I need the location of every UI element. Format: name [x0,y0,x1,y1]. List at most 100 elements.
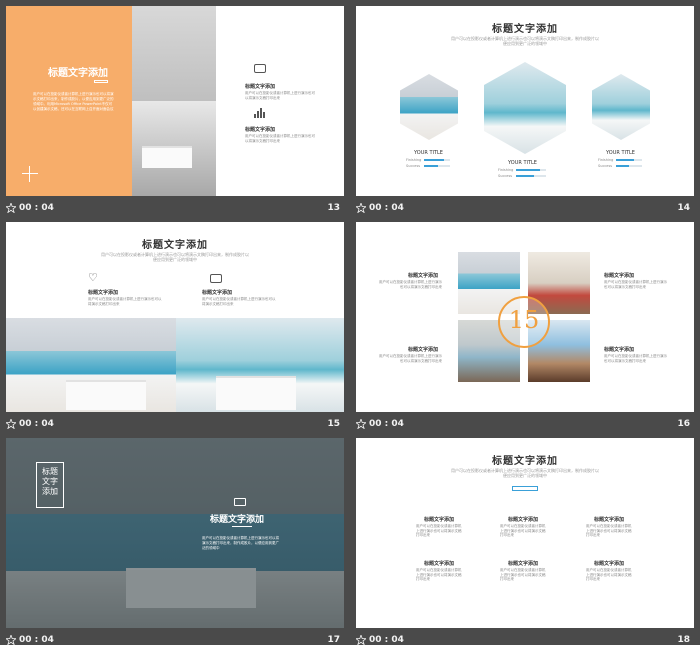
slide-thumbnail-14[interactable]: 标题文字添加 用户可以在投影仪或者计算机上进行演示也可以将演示文稿打印出来，制作… [356,6,694,218]
slide-footer: 00 : 04 16 [356,416,694,432]
item-heading: 标题文字添加 [408,273,439,279]
slide-thumbnail-16[interactable]: 15 标题文字添加 用户可以在投影仪或者计算机上进行演示也可以将演示文稿打印出来… [356,222,694,434]
bar-label: Finishing [498,168,514,172]
bar-fill [616,159,635,161]
slide-time: 00 : 04 [369,635,404,645]
bar-finishing [424,159,450,161]
slide-number: 14 [677,203,690,213]
item-heading: 标题文字添加 [508,561,539,567]
item-heading: 标题文字添加 [88,290,119,296]
bar-success [616,165,642,167]
center-text: 15 [508,306,540,334]
transition-star-icon [356,203,366,213]
hex-photo-2 [484,62,566,154]
slide-subtitle: 用户可以在投影仪或者计算机上进行演示也可以将演示文稿打印出来，制作成胶片以便应用… [101,252,249,262]
title-underline [232,526,252,527]
slide-number: 18 [677,635,690,645]
transition-star-icon [6,203,16,213]
slide-time: 00 : 04 [369,419,404,429]
transition-star-icon [356,635,366,645]
item-text: 用户可以在投影仪或者计算机上进行演示也可以将演示文稿打印出来 [586,524,632,537]
slide-canvas: 15 标题文字添加 用户可以在投影仪或者计算机上进行演示也可以将演示文稿打印出来… [356,222,694,412]
slide-subtitle: 用户可以在投影仪或者计算机上进行演示也可以将演示文稿打印出来，制作成胶片以便应用… [451,36,599,46]
badge-line: 标题 [42,467,58,476]
bar-finishing [616,159,642,161]
slide-thumbnail-15[interactable]: 标题文字添加 用户可以在投影仪或者计算机上进行演示也可以将演示文稿打印出来，制作… [6,222,344,434]
slide-canvas: 标题文字添加 用户可以在投影仪或者计算机上进行演示也可以将演示文稿打印出来，制作… [356,6,694,196]
slide-thumbnail-18[interactable]: 标题文字添加 用户可以在投影仪或者计算机上进行演示也可以将演示文稿打印出来，制作… [356,438,694,645]
bar-success [424,165,450,167]
item-heading: 标题文字添加 [245,84,276,90]
item-text: 用户可以在投影仪或者计算机上进行演示也可以将演示文稿打印出来 [586,568,632,581]
bar-label: Success [598,164,613,168]
item-heading: 标题文字添加 [594,561,625,567]
item-text: 用户可以在投影仪或者计算机上进行演示也可以将演示文稿打印出来 [604,280,667,289]
heart-icon: ♡ [88,271,98,284]
bar-fill [516,175,534,177]
slide-footer: 00 : 04 17 [6,632,344,645]
slide-canvas: 标题文字添加 用户可以在投影仪或者计算机上进行演示也可以将演示文稿打印出来，制作… [356,438,694,628]
title-underline [512,486,538,491]
item-heading: 标题文字添加 [408,347,439,353]
slide-canvas: 标题文字添加 用户可以在投影仪或者计算机上进行演示也可以将演示文稿打印出来，制作… [6,6,344,196]
slide-canvas: 标题 文字 添加 标题文字添加 用户可以在投影仪或者计算机上进行演示也可以将演示… [6,438,344,628]
slide-time: 00 : 04 [19,203,54,213]
slide-footer: 00 : 04 13 [6,200,344,216]
item-text: 用户可以在投影仪或者计算机上进行演示也可以将演示文稿打印出来 [379,280,442,289]
room-photo-right [176,318,344,412]
plus-icon [22,166,38,182]
bar-label: Finishing [406,158,422,162]
item-heading: 标题文字添加 [245,127,276,133]
item-heading: 标题文字添加 [202,290,233,296]
bar-label: Success [406,164,421,168]
badge-box: 标题 文字 添加 [36,462,64,508]
slide-time: 00 : 04 [369,203,404,213]
item-heading: 标题文字添加 [604,347,635,353]
item-heading: 标题文字添加 [508,517,539,523]
chat-icon [210,274,222,283]
hex-label: YOUR TITLE [508,160,537,166]
slide-number: 13 [327,203,340,213]
slide-subtitle: 用户可以在投影仪或者计算机上进行演示也可以将演示文稿打印出来，制作成胶片以便应用… [451,468,599,478]
room-photo-left [6,318,176,412]
slide-title: 标题文字添加 [142,240,208,251]
slide-footer: 00 : 04 18 [356,632,694,645]
slide-body-text: 用户可以在投影仪或者计算机上进行演示也可以将演示文稿打印出来，制作成胶片，以便应… [202,536,279,550]
hex-photo-3 [592,74,650,140]
transition-star-icon [6,419,16,429]
chart-icon [254,108,266,118]
slide-title: 标题文字添加 [48,68,108,79]
item-text: 用户可以在投影仪或者计算机上进行演示也可以将演示文稿打印出来 [379,354,442,363]
item-heading: 标题文字添加 [424,561,455,567]
slide-footer: 00 : 04 14 [356,200,694,216]
slide-title: 标题文字添加 [492,24,558,35]
item-text: 用户可以在投影仪或者计算机上进行演示也可以将演示文稿打印出来 [245,91,315,100]
slide-number: 17 [327,635,340,645]
item-text: 用户可以在投影仪或者计算机上进行演示也可以将演示文稿打印出来 [416,568,462,581]
slide-canvas: 标题文字添加 用户可以在投影仪或者计算机上进行演示也可以将演示文稿打印出来，制作… [6,222,344,412]
slide-body-text: 用户可以在投影仪或者计算机上进行演示也可以将演示文稿打印出来，制作成胶片，以便应… [33,92,114,111]
hex-label: YOUR TITLE [606,150,635,156]
bar-label: Finishing [598,158,614,162]
slide-number: 15 [327,419,340,429]
bar-fill [516,169,540,171]
item-text: 用户可以在投影仪或者计算机上进行演示也可以将演示文稿打印出来 [245,134,315,143]
title-underline [94,80,108,83]
item-heading: 标题文字添加 [594,517,625,523]
item-text: 用户可以在投影仪或者计算机上进行演示也可以将演示文稿打印出来 [500,568,546,581]
laptop-icon [234,498,246,506]
slide-footer: 00 : 04 15 [6,416,344,432]
bar-finishing [516,169,546,171]
slide-title: 标题文字添加 [210,515,265,525]
slide-title: 标题文字添加 [492,456,558,467]
bar-success [516,175,546,177]
item-heading: 标题文字添加 [424,517,455,523]
chat-icon [254,64,266,73]
room-photo [132,6,216,196]
item-text: 用户可以在投影仪或者计算机上进行演示也可以将演示文稿打印出来 [88,297,162,306]
slide-thumbnail-17[interactable]: 标题 文字 添加 标题文字添加 用户可以在投影仪或者计算机上进行演示也可以将演示… [6,438,344,645]
slide-thumbnail-13[interactable]: 标题文字添加 用户可以在投影仪或者计算机上进行演示也可以将演示文稿打印出来，制作… [6,6,344,218]
bar-fill [424,165,439,167]
item-text: 用户可以在投影仪或者计算机上进行演示也可以将演示文稿打印出来 [202,297,276,306]
transition-star-icon [356,419,366,429]
